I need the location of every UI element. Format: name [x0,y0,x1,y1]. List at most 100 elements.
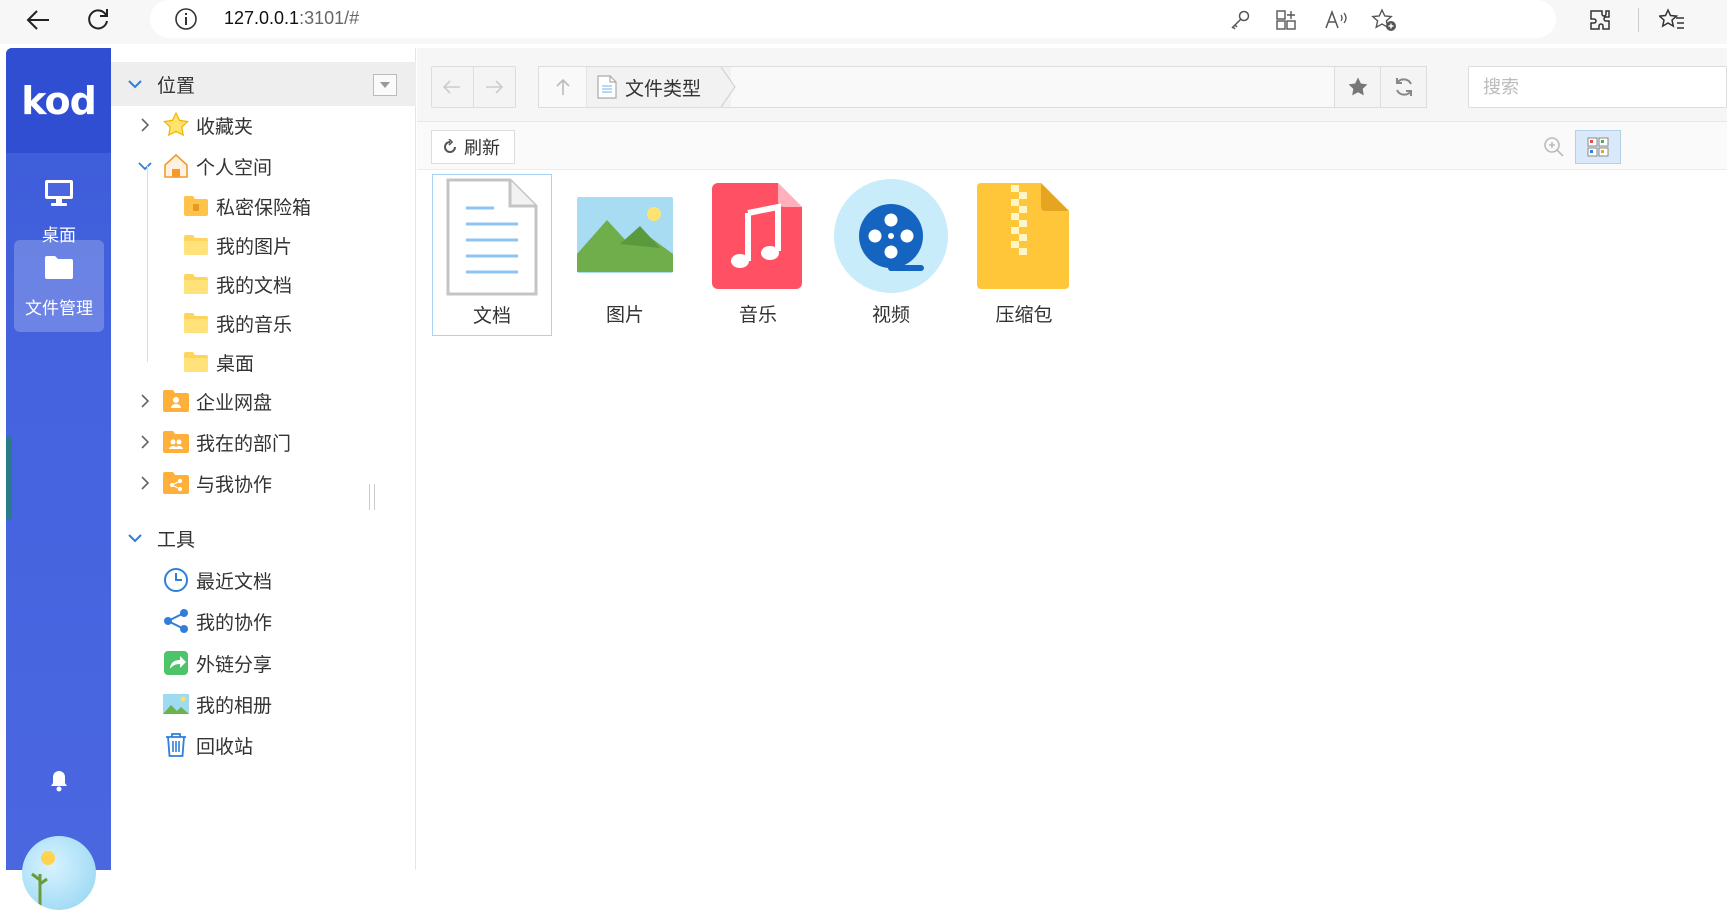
tree-item-label: 与我协作 [196,473,273,496]
resize-handle[interactable] [6,436,12,520]
info-icon[interactable] [174,7,198,31]
clock-icon [161,565,191,595]
file-browser: 文件类型 刷新 文档 [417,48,1727,870]
tree-item-personal-space[interactable]: 个人空间 [111,144,416,188]
bell-icon[interactable] [42,764,76,798]
favorites-icon[interactable] [1656,4,1688,36]
tool-item-my-album[interactable]: 我的相册 [111,682,416,726]
file-item-music[interactable]: 音乐 [698,174,818,336]
album-icon [161,689,191,719]
tree-item-enterprise-disk[interactable]: 企业网盘 [111,379,416,423]
folder-icon [181,230,211,260]
tool-item-my-collab[interactable]: 我的协作 [111,599,416,643]
tree-item-label: 我的图片 [216,235,293,258]
file-item-images[interactable]: 图片 [565,174,685,336]
refresh-button[interactable]: 刷新 [431,130,515,164]
external-share-icon [161,648,191,678]
document-small-icon [597,75,617,99]
tree-item-my-music[interactable]: 我的音乐 [111,301,416,345]
kod-logo: kod [21,78,97,123]
chevron-down-icon[interactable] [135,156,155,176]
tree-item-private-vault[interactable]: 私密保险箱 [111,184,416,228]
forward-arrow-icon[interactable] [474,67,516,107]
file-name: 视频 [871,304,910,326]
tree-item-label: 桌面 [216,352,255,375]
extensions-icon[interactable] [1584,4,1616,36]
back-icon[interactable] [20,2,56,38]
tool-item-recycle-bin[interactable]: 回收站 [111,723,416,767]
read-aloud-icon[interactable] [1322,6,1350,34]
zoom-in-icon[interactable] [1541,134,1567,160]
chevron-right-icon[interactable] [135,432,155,452]
path-empty-area[interactable] [731,67,1334,107]
chevron-right-icon[interactable] [135,115,155,135]
document-icon [432,175,552,299]
tree-item-my-pictures[interactable]: 我的图片 [111,223,416,267]
tree-item-my-department[interactable]: 我在的部门 [111,420,416,464]
department-folder-icon [161,427,191,457]
file-name: 图片 [605,304,644,326]
icon-view-button[interactable] [1575,130,1621,164]
dropdown-button[interactable] [373,74,397,96]
tool-item-link-share[interactable]: 外链分享 [111,641,416,685]
tree-item-my-documents[interactable]: 我的文档 [111,262,416,306]
avatar[interactable] [22,836,96,910]
folder-tree: 位置 收藏夹 个人空间 私密保险箱 我的图片 我的文档 我的音乐 桌面 企业网盘… [111,48,416,870]
monitor-icon [43,178,75,213]
folder-icon [181,269,211,299]
action-toolbar: 刷新 [417,122,1727,170]
tree-item-label: 我在的部门 [196,432,292,455]
share-nodes-icon [161,606,191,636]
back-arrow-icon[interactable] [432,67,474,107]
tool-item-label: 我的协作 [196,611,273,634]
file-item-documents[interactable]: 文档 [432,174,552,336]
logo-area: kod [6,48,111,153]
tree-item-label: 私密保险箱 [216,196,312,219]
tree-item-favorites[interactable]: 收藏夹 [111,103,416,147]
search-input-box[interactable] [1468,66,1727,108]
tree-item-desktop[interactable]: 桌面 [111,340,416,384]
share-folder-icon [161,468,191,498]
add-favorite-icon[interactable] [1370,6,1398,34]
star-icon [161,110,191,140]
history-nav [431,66,516,108]
search-input[interactable] [1469,67,1726,107]
kod-app: kod 桌面 文件管理 位置 收藏夹 个人空间 私密保险箱 我的图片 我的文档 … [6,48,1727,910]
chevron-right-icon[interactable] [135,391,155,411]
tool-item-recent[interactable]: 最近文档 [111,558,416,602]
address-bar[interactable]: 127.0.0.1:3101/# [150,0,1556,38]
chevron-right-icon[interactable] [135,473,155,493]
breadcrumb-item[interactable]: 文件类型 [587,67,736,107]
file-item-videos[interactable]: 视频 [831,174,951,336]
refresh-label: 刷新 [464,138,500,159]
safe-folder-icon [181,191,211,221]
video-icon [831,174,951,298]
tree-item-label: 个人空间 [196,156,273,179]
reload-icon[interactable] [80,2,116,38]
tree-section-location[interactable]: 位置 [111,62,416,106]
refresh-icon[interactable] [1380,67,1426,107]
tree-section-label: 工具 [157,528,196,551]
refresh-icon [442,139,458,155]
url-text: 127.0.0.1:3101/# [224,8,360,28]
tool-item-label: 外链分享 [196,653,273,676]
chevron-down-icon[interactable] [125,74,145,94]
panel-resize-grip[interactable] [369,484,375,510]
tree-item-label: 我的文档 [216,274,293,297]
up-arrow-icon[interactable] [539,67,587,107]
toolbar-separator [1638,8,1639,32]
enterprise-folder-icon [161,386,191,416]
tree-section-tools[interactable]: 工具 [111,516,416,560]
rail-item-label: 文件管理 [25,299,93,319]
tree-item-label: 我的音乐 [216,313,293,336]
archive-icon [964,174,1084,298]
tree-section-label: 位置 [157,74,196,97]
star-icon[interactable] [1334,67,1380,107]
file-item-archives[interactable]: 压缩包 [964,174,1084,336]
app-grid-icon[interactable] [1272,6,1300,34]
key-icon[interactable] [1226,6,1254,34]
rail-item-file-manager[interactable]: 文件管理 [14,240,104,332]
chevron-down-icon[interactable] [125,528,145,548]
file-name: 音乐 [738,304,777,326]
trash-icon [161,730,191,760]
